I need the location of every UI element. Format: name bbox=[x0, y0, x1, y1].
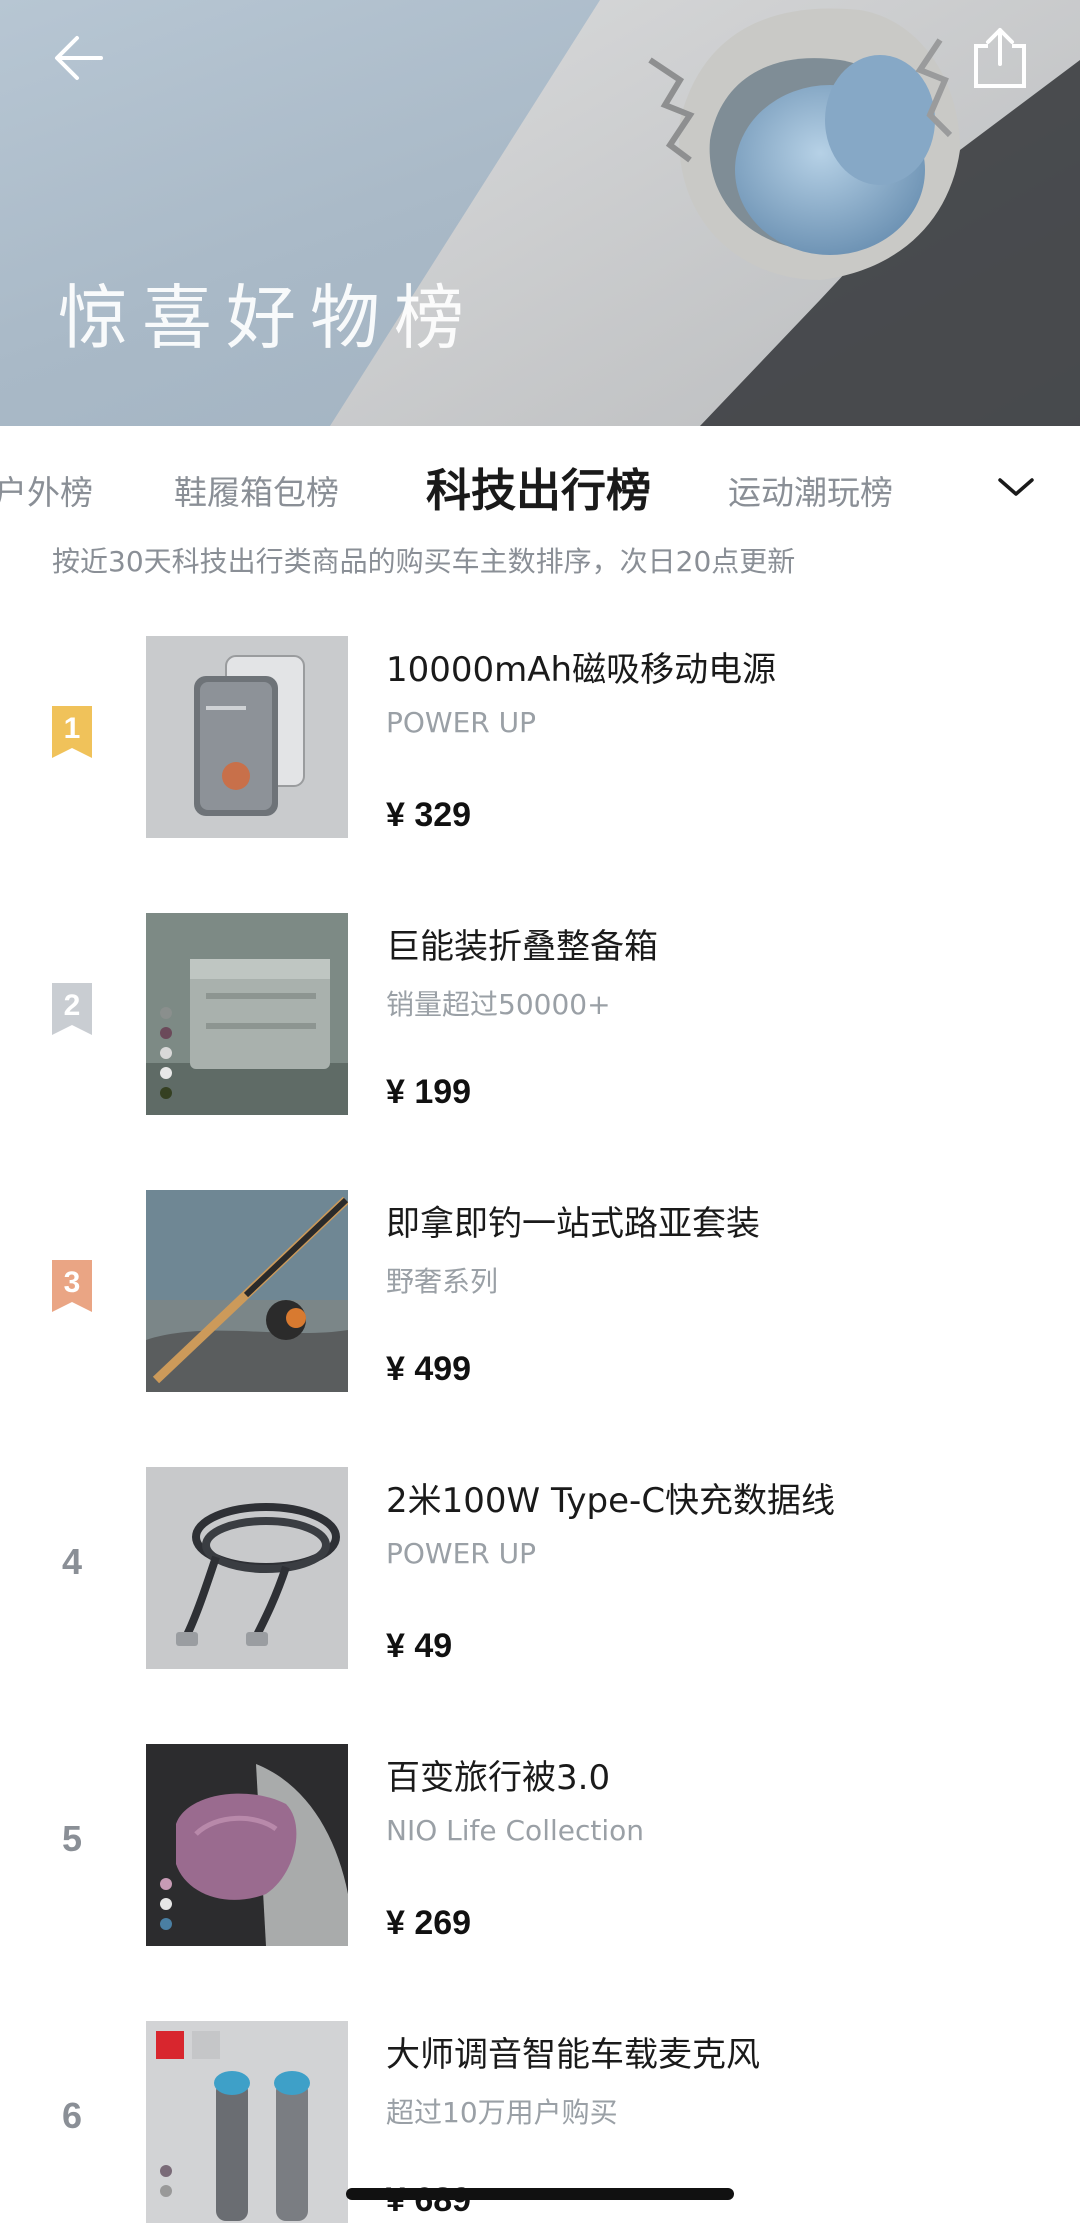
rank-number: 1 bbox=[63, 712, 81, 745]
chevron-down-icon bbox=[998, 478, 1034, 496]
tab-sports-toys[interactable]: 运动潮玩榜 bbox=[728, 466, 893, 514]
tab-shoes-bags[interactable]: 鞋履箱包榜 bbox=[174, 466, 339, 514]
product-image[interactable] bbox=[146, 1467, 348, 1669]
product-tag: POWER UP bbox=[386, 1537, 537, 1570]
hero-title: 惊喜好物榜 bbox=[58, 277, 478, 359]
rank: 4 bbox=[52, 1537, 92, 1589]
product-tag: POWER UP bbox=[386, 706, 537, 739]
product-price: ¥ 269 bbox=[386, 1904, 472, 1942]
hero-banner: 惊喜好物榜 bbox=[0, 0, 1080, 426]
share-button[interactable] bbox=[968, 24, 1032, 92]
product-image[interactable] bbox=[146, 2021, 348, 2223]
share-icon bbox=[974, 28, 1026, 88]
product-price: ¥ 329 bbox=[386, 796, 472, 834]
product-tag: 野奢系列 bbox=[386, 1265, 499, 1298]
list-item[interactable]: 2 巨能装折叠整备箱 销量超过50000+ ¥ 199 bbox=[0, 913, 1080, 1115]
product-price: ¥ 49 bbox=[386, 1627, 453, 1665]
rank-number: 2 bbox=[63, 989, 81, 1022]
product-name: 2米100W Type-C快充数据线 bbox=[386, 1481, 836, 1521]
product-price: ¥ 689 bbox=[386, 2181, 472, 2219]
product-price: ¥ 499 bbox=[386, 1350, 472, 1388]
rank-number: 6 bbox=[61, 2095, 83, 2136]
rank: 5 bbox=[52, 1814, 92, 1866]
product-name: 百变旅行被3.0 bbox=[386, 1758, 611, 1798]
rank-number: 4 bbox=[61, 1541, 83, 1582]
tab-outdoor[interactable]: 户外榜 bbox=[0, 466, 93, 514]
tab-tech-travel[interactable]: 科技出行榜 bbox=[426, 454, 651, 519]
list-item[interactable]: 5 百变旅行被3.0 NIO Life Collection ¥ 269 bbox=[0, 1744, 1080, 1946]
product-price: ¥ 199 bbox=[386, 1073, 472, 1111]
product-name: 大师调音智能车载麦克风 bbox=[386, 2035, 760, 2075]
list-item[interactable]: 4 2米100W Type-C快充数据线 POWER UP ¥ 49 bbox=[0, 1467, 1080, 1669]
home-indicator[interactable] bbox=[346, 2188, 734, 2200]
arrow-left-icon bbox=[55, 36, 103, 80]
product-tag: 超过10万用户购买 bbox=[386, 2096, 618, 2129]
product-tag: 销量超过50000+ bbox=[386, 988, 611, 1021]
product-image[interactable] bbox=[146, 1190, 348, 1392]
product-image[interactable] bbox=[146, 1744, 348, 1946]
list-item[interactable]: 1 10000mAh磁吸移动电源 POWER UP ¥ 329 bbox=[0, 636, 1080, 838]
product-tag: NIO Life Collection bbox=[386, 1814, 645, 1847]
product-name: 10000mAh磁吸移动电源 bbox=[386, 650, 777, 690]
expand-tabs-button[interactable] bbox=[992, 464, 1040, 512]
rank-number: 5 bbox=[61, 1818, 83, 1859]
product-image[interactable] bbox=[146, 913, 348, 1115]
list-item[interactable]: 3 即拿即钓一站式路亚套装 野奢系列 ¥ 499 bbox=[0, 1190, 1080, 1392]
product-name: 即拿即钓一站式路亚套装 bbox=[386, 1204, 760, 1244]
rank-number: 3 bbox=[63, 1266, 81, 1299]
rank-badge: 2 bbox=[52, 983, 92, 1035]
category-tabs: 户外榜 鞋履箱包榜 科技出行榜 运动潮玩榜 bbox=[0, 426, 1080, 538]
rank: 6 bbox=[52, 2091, 92, 2143]
product-image[interactable] bbox=[146, 636, 348, 838]
product-name: 巨能装折叠整备箱 bbox=[386, 927, 658, 967]
rank-badge: 1 bbox=[52, 706, 92, 758]
ranking-description: 按近30天科技出行类商品的购买车主数排序，次日20点更新 bbox=[52, 545, 796, 578]
back-button[interactable] bbox=[48, 26, 112, 90]
rank-badge: 3 bbox=[52, 1260, 92, 1312]
